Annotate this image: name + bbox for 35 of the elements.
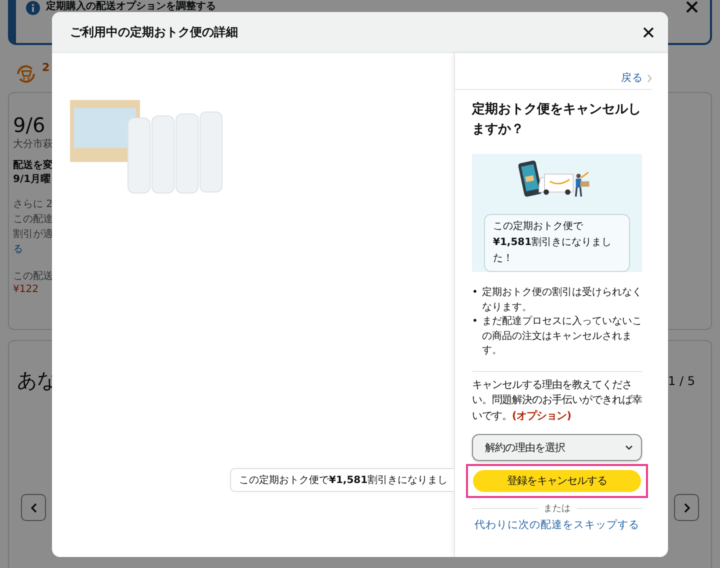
subscription-count: 2 [42, 61, 50, 74]
chevron-left-icon [30, 502, 36, 512]
banner-title: 定期購入の配送オプションを調整する [46, 1, 217, 12]
reason-dropdown[interactable]: 解約の理由を選択 [472, 434, 642, 461]
next-button[interactable] [674, 494, 699, 521]
chevron-down-icon [625, 445, 633, 450]
previous-button[interactable] [21, 494, 46, 521]
bullet-marker: • [472, 286, 478, 300]
consequence-item: まだ配達プロセスに入っていないこの商品の注文はキャンセルされます。 [482, 315, 642, 358]
chevron-right-icon [684, 502, 690, 512]
reason-prompt: キャンセルする理由を教えてください。問題解決のお手伝いができれば幸いです。(オプション) [472, 378, 642, 424]
page-indicator: 1 / 5 [668, 374, 695, 388]
close-icon[interactable] [686, 1, 698, 13]
discount-link[interactable]: る [13, 242, 23, 257]
cancel-subscription-button[interactable]: 登録をキャンセルする [473, 470, 641, 492]
delivery-fee-label: この配送 [13, 270, 53, 284]
delivery-fee: ¥122 [13, 284, 38, 295]
bullet-marker: • [472, 315, 478, 329]
change-delivery-label: 配送を変 [13, 159, 53, 173]
delivery-address: 大分市萩 [13, 138, 53, 151]
skip-delivery-link[interactable]: 代わりに次の配達をスキップする [472, 518, 642, 532]
discount-note: さらに 2 [13, 198, 53, 212]
or-divider: または [472, 502, 642, 515]
panel-heading: 定期おトク便をキャンセルしますか？ [472, 100, 642, 139]
savings-message: この定期おトク便で¥1,581割引きになりました！ [484, 214, 630, 272]
modal-title: ご利用中の定期おトク便の詳細 [70, 24, 238, 40]
savings-tooltip: この定期おトク便で¥1,581割引きになりまし [230, 468, 454, 492]
delivery-date: 9/6 [13, 113, 46, 137]
discount-note: 割引が適 [13, 228, 53, 242]
close-icon[interactable] [643, 26, 654, 38]
change-date: 9/1月曜 [13, 173, 51, 187]
back-link[interactable]: 戻る [621, 71, 643, 85]
chevron-right-icon [647, 74, 652, 82]
consequence-item: 定期おトク便の割引は受けられなくなります。 [482, 286, 642, 314]
discount-note: この配達 [13, 212, 53, 227]
